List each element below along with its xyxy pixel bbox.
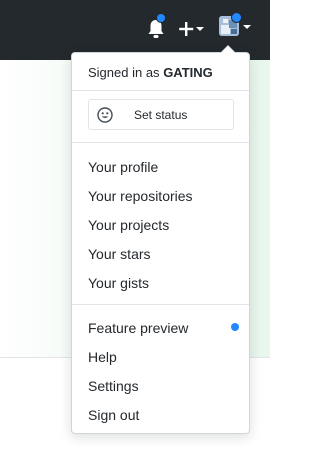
menu-item-settings[interactable]: Settings [88,376,139,396]
menu-item-your-repositories[interactable]: Your repositories [88,186,193,206]
divider [72,90,249,91]
signed-in-label: Signed in as [88,65,160,80]
signed-in-header: Signed in as GATING [88,65,213,80]
set-status-button[interactable]: Set status [88,99,234,130]
chevron-down-icon [243,25,251,29]
set-status-label: Set status [134,108,188,122]
menu-item-your-stars[interactable]: Your stars [88,244,151,264]
avatar-indicator [231,12,242,23]
notification-indicator [156,13,166,23]
divider [72,142,249,143]
plus-icon [179,22,204,36]
menu-item-feature-preview[interactable]: Feature preview [88,318,188,338]
divider [72,304,249,305]
menu-item-your-profile[interactable]: Your profile [88,157,158,177]
menu-item-help[interactable]: Help [88,347,117,367]
menu-item-sign-out[interactable]: Sign out [88,405,139,425]
user-dropdown-menu: Signed in as GATING Set status Your prof… [71,45,250,434]
username: GATING [163,65,213,80]
notifications-button[interactable] [146,13,166,42]
menu-item-your-gists[interactable]: Your gists [88,273,149,293]
create-new-button[interactable] [178,18,206,40]
menu-item-your-projects[interactable]: Your projects [88,215,169,235]
feature-preview-indicator [231,323,239,331]
chevron-down-icon [196,27,204,31]
smiley-icon [97,107,113,123]
user-menu-button[interactable] [219,12,253,42]
